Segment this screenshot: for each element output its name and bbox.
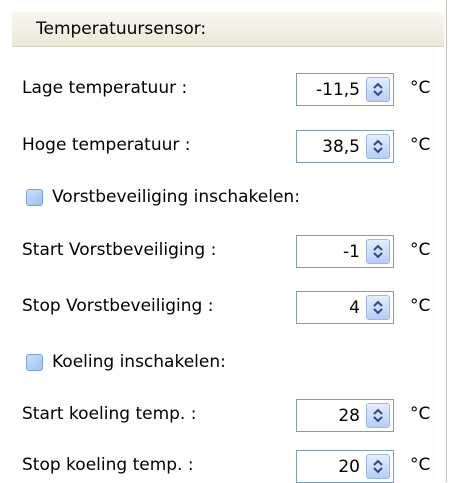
cooling-stop-spin-button[interactable] <box>366 454 390 479</box>
low-temp-label: Lage temperatuur : <box>22 78 188 98</box>
frost-protection-checkbox[interactable] <box>26 189 43 206</box>
temperature-sensor-panel: Temperatuursensor: Lage temperatuur : -1… <box>0 0 444 483</box>
low-temp-unit: °C <box>410 78 431 98</box>
cooling-start-spinner[interactable]: 28 <box>296 399 394 432</box>
spin-updown-icon <box>373 459 383 474</box>
cooling-label[interactable]: Koeling inschakelen: <box>52 352 226 372</box>
spin-updown-icon <box>373 408 383 423</box>
frost-protection-label[interactable]: Vorstbeveiliging inschakelen: <box>52 187 300 207</box>
spin-updown-icon <box>373 300 383 315</box>
cooling-stop-spinner[interactable]: 20 <box>296 450 394 483</box>
frost-stop-spinner[interactable]: 4 <box>296 291 394 324</box>
cooling-checkbox[interactable] <box>26 354 43 371</box>
frost-stop-unit: °C <box>410 296 431 316</box>
section-header: Temperatuursensor: <box>12 12 444 47</box>
spin-updown-icon <box>373 82 383 97</box>
frost-start-value[interactable]: -1 <box>343 242 360 262</box>
cooling-start-value[interactable]: 28 <box>338 406 360 426</box>
cooling-stop-label: Stop koeling temp. : <box>22 455 194 475</box>
section-title: Temperatuursensor: <box>36 19 207 39</box>
cooling-stop-unit: °C <box>410 455 431 475</box>
frost-stop-label: Stop Vorstbeveiliging : <box>22 296 214 316</box>
cooling-stop-value[interactable]: 20 <box>338 457 360 477</box>
cooling-start-unit: °C <box>410 404 431 424</box>
cooling-start-spin-button[interactable] <box>366 403 390 428</box>
high-temp-value[interactable]: 38,5 <box>322 137 360 157</box>
cooling-start-label: Start koeling temp. : <box>22 404 197 424</box>
low-temp-value[interactable]: -11,5 <box>316 80 360 100</box>
high-temp-spinner[interactable]: 38,5 <box>296 130 394 163</box>
spin-updown-icon <box>373 244 383 259</box>
high-temp-spin-button[interactable] <box>366 134 390 159</box>
high-temp-unit: °C <box>410 135 431 155</box>
spin-updown-icon <box>373 139 383 154</box>
frost-start-spin-button[interactable] <box>366 239 390 264</box>
low-temp-spinner[interactable]: -11,5 <box>296 73 394 106</box>
high-temp-label: Hoge temperatuur : <box>22 135 191 155</box>
low-temp-spin-button[interactable] <box>366 77 390 102</box>
frost-stop-spin-button[interactable] <box>366 295 390 320</box>
frost-start-spinner[interactable]: -1 <box>296 235 394 268</box>
frost-stop-value[interactable]: 4 <box>349 298 360 318</box>
frost-start-label: Start Vorstbeveiliging : <box>22 240 217 260</box>
right-edge-area <box>447 0 474 482</box>
frost-start-unit: °C <box>410 240 431 260</box>
